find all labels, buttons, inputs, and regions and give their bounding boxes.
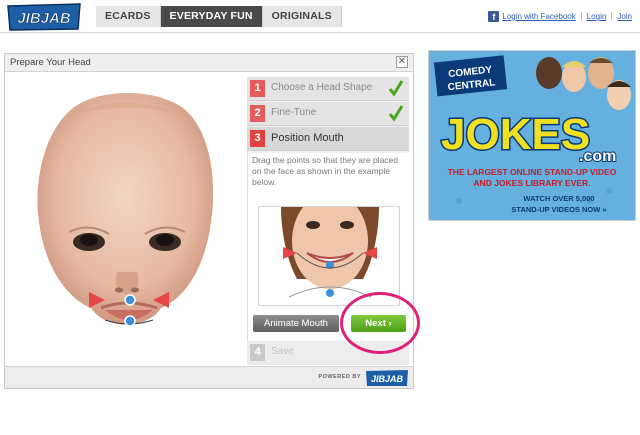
step-label: Choose a Head Shape	[271, 82, 373, 93]
ad-headline: JOKES	[441, 110, 590, 159]
animate-mouth-button[interactable]: Animate Mouth	[253, 315, 339, 332]
main-tabs: ECARDS EVERYDAY FUN ORIGINALS	[96, 6, 342, 27]
divider	[580, 12, 582, 21]
close-icon[interactable]: ✕	[396, 56, 408, 68]
top-navigation-bar: JIBJAB ECARDS EVERYDAY FUN ORIGINALS f L…	[0, 0, 640, 33]
panel-footer: POWERED BY JIBJAB	[5, 366, 413, 388]
checkmark-icon	[388, 105, 404, 122]
step-2-fine-tune[interactable]: 2 Fine-Tune	[247, 102, 409, 126]
login-with-facebook-link[interactable]: Login with Facebook	[502, 12, 575, 21]
facebook-icon[interactable]: f	[488, 11, 500, 22]
step-3-position-mouth[interactable]: 3 Position Mouth	[247, 127, 409, 151]
panel-header: Prepare Your Head ✕	[5, 54, 413, 72]
face-editor-canvas[interactable]	[5, 72, 247, 368]
ad-tagline-1: THE LARGEST ONLINE STAND-UP VIDEO	[448, 167, 617, 177]
step-label: Save	[271, 346, 294, 357]
svg-text:JIBJAB: JIBJAB	[371, 374, 404, 384]
tab-everyday-fun[interactable]: EVERYDAY FUN	[160, 6, 263, 27]
next-button-highlight-circle	[340, 292, 420, 354]
join-link[interactable]: Join	[617, 12, 632, 21]
jibjab-small-logo: JIBJAB	[366, 370, 408, 386]
step-1-choose-head-shape[interactable]: 1 Choose a Head Shape	[247, 77, 409, 101]
account-links: f Login with Facebook Login Join	[488, 11, 632, 22]
login-link[interactable]: Login	[587, 12, 607, 21]
ad-tagline-2: AND JOKES LIBRARY EVER.	[473, 178, 590, 188]
instructions-text: Drag the points so that they are placed …	[252, 155, 399, 187]
baby-face-image	[37, 93, 214, 327]
step-number: 3	[250, 130, 265, 147]
divider	[611, 12, 613, 21]
mouth-bottom-handle	[124, 315, 136, 327]
ad-cta-2: STAND-UP VIDEOS NOW »	[511, 205, 606, 214]
step-label: Fine-Tune	[271, 107, 317, 118]
tab-ecards[interactable]: ECARDS	[96, 6, 161, 27]
comedy-central-ad[interactable]: COMEDY CENTRAL JOKES .com THE LARGEST ON…	[428, 50, 636, 221]
panel-title: Prepare Your Head	[10, 57, 91, 68]
ad-cta-1: WATCH OVER 5,000	[523, 194, 594, 203]
tab-originals[interactable]: ORIGINALS	[262, 6, 342, 27]
mouth-top-handle	[124, 294, 136, 306]
step-number: 2	[250, 105, 265, 122]
powered-by-label: POWERED BY	[318, 374, 361, 380]
example-face-image	[258, 206, 400, 306]
jibjab-logo[interactable]: JIBJAB	[6, 1, 82, 32]
step-number: 1	[250, 80, 265, 97]
checkmark-icon	[388, 80, 404, 97]
ad-domain: .com	[579, 148, 616, 165]
step-label: Position Mouth	[271, 132, 344, 144]
svg-text:JIBJAB: JIBJAB	[17, 10, 71, 27]
step-number: 4	[250, 344, 265, 361]
